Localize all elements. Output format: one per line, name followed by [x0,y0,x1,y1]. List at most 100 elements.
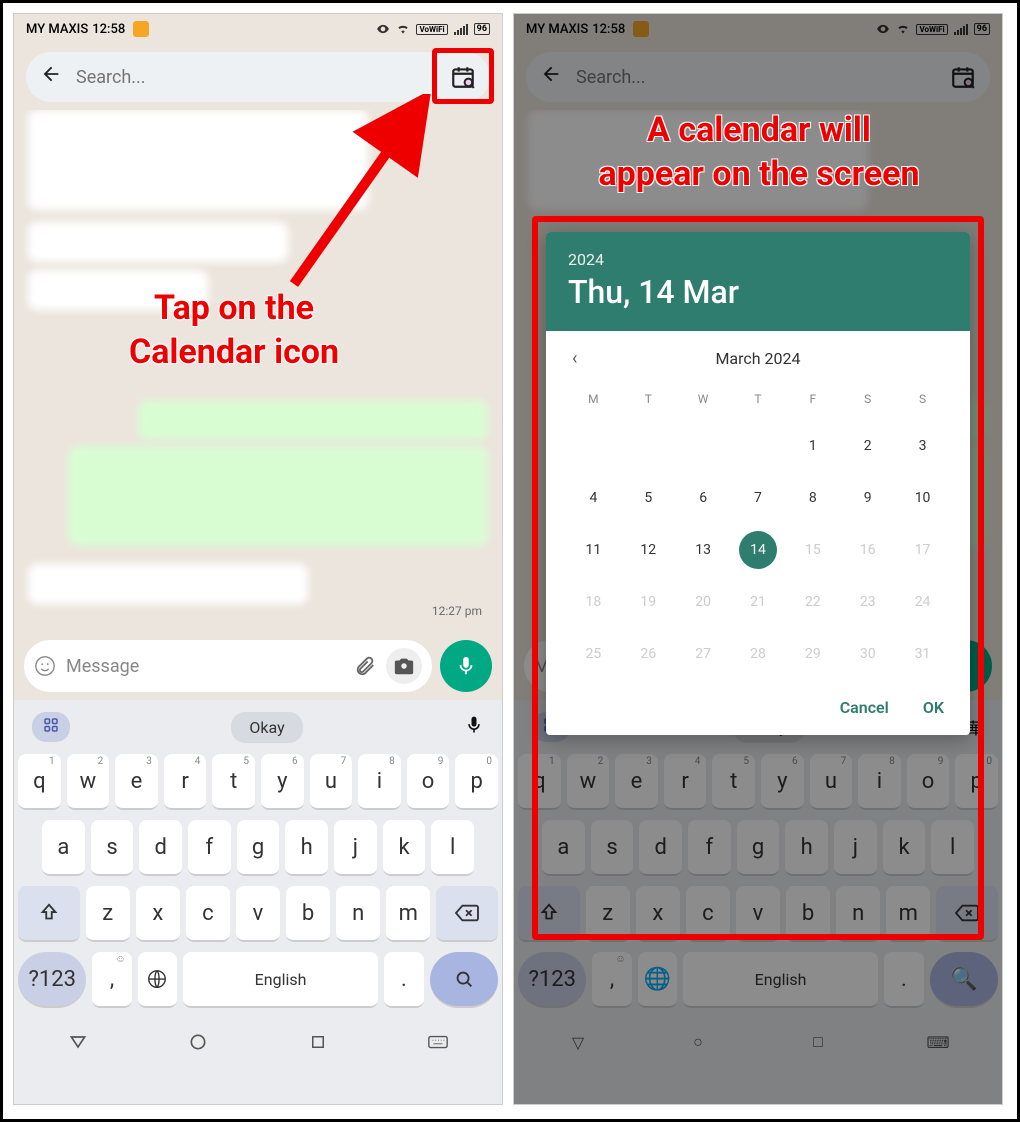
kb-key-z[interactable]: z [86,886,130,942]
kb-key-j[interactable]: j [834,820,877,876]
nav-keyboard-icon[interactable]: ⌨ [927,1031,949,1053]
calendar-day-18[interactable]: 18 [566,576,621,628]
search-input[interactable] [76,67,436,88]
keyboard[interactable]: Okay華 1q2w3e4r5t6y7u8i9o0p asdfghjkl zxc… [514,700,1002,1104]
kb-space-key[interactable]: English [683,952,879,1008]
calendar-day-25[interactable]: 25 [566,628,621,680]
kb-globe-key[interactable]: 🌐 [638,952,677,1008]
calendar-ok-button[interactable]: OK [923,698,944,717]
kb-key-o[interactable]: 9o [407,754,450,810]
calendar-day-15[interactable]: 15 [785,524,840,576]
camera-button[interactable] [386,648,422,684]
kb-key-d[interactable]: d [139,820,182,876]
kb-key-s[interactable]: s [591,820,634,876]
calendar-day-20[interactable]: 20 [676,576,731,628]
calendar-day-26[interactable]: 26 [621,628,676,680]
kb-backspace-key[interactable] [936,886,998,942]
nav-home-icon[interactable]: ○ [687,1031,709,1053]
calendar-day-8[interactable]: 8 [785,472,840,524]
kb-key-v[interactable]: v [736,886,780,942]
kb-key-g[interactable]: g [737,820,780,876]
kb-key-f[interactable]: f [188,820,231,876]
kb-dot-key[interactable]: . [884,952,923,1008]
message-placeholder[interactable]: Message [66,656,344,677]
kb-key-j[interactable]: j [334,820,377,876]
kb-key-r[interactable]: 4r [164,754,207,810]
kb-key-b[interactable]: b [786,886,830,942]
kb-search-key[interactable] [430,952,498,1008]
calendar-day-17[interactable]: 17 [895,524,950,576]
search-bar[interactable] [526,52,990,102]
calendar-day-14[interactable]: 14 [731,524,786,576]
kb-key-q[interactable]: 1q [518,754,561,810]
calendar-day-9[interactable]: 9 [840,472,895,524]
calendar-day-30[interactable]: 30 [840,628,895,680]
kb-key-r[interactable]: 4r [664,754,707,810]
kb-dot-key[interactable]: . [384,952,423,1008]
calendar-day-1[interactable]: 1 [785,420,840,472]
nav-home-icon[interactable] [187,1031,209,1053]
kb-key-k[interactable]: k [383,820,426,876]
kb-suggestion[interactable]: Okay [231,712,302,743]
calendar-day-11[interactable]: 11 [566,524,621,576]
kb-shift-key[interactable] [18,886,80,942]
search-input[interactable] [576,67,936,88]
kb-key-v[interactable]: v [236,886,280,942]
kb-key-w[interactable]: 2w [67,754,110,810]
calendar-day-23[interactable]: 23 [840,576,895,628]
kb-key-y[interactable]: 6y [261,754,304,810]
kb-key-f[interactable]: f [688,820,731,876]
kb-key-h[interactable]: h [785,820,828,876]
kb-key-c[interactable]: c [686,886,730,942]
calendar-search-icon[interactable] [950,64,976,90]
kb-key-k[interactable]: k [883,820,926,876]
kb-key-d[interactable]: d [639,820,682,876]
kb-app-grid-icon[interactable] [32,712,70,742]
kb-globe-key[interactable] [138,952,177,1008]
calendar-date-picker[interactable]: 2024 Thu, 14 Mar ‹ March 2024 MTWTFSS123… [546,232,970,735]
calendar-day-31[interactable]: 31 [895,628,950,680]
calendar-day-16[interactable]: 16 [840,524,895,576]
calendar-day-29[interactable]: 29 [785,628,840,680]
calendar-day-12[interactable]: 12 [621,524,676,576]
kb-key-q[interactable]: 1q [18,754,61,810]
calendar-day-28[interactable]: 28 [731,628,786,680]
kb-voice-icon[interactable] [464,715,484,739]
mic-button[interactable] [440,640,492,692]
back-arrow-icon[interactable] [40,63,62,91]
kb-key-u[interactable]: 7u [310,754,353,810]
nav-recent-icon[interactable]: □ [807,1031,829,1053]
calendar-day-2[interactable]: 2 [840,420,895,472]
kb-key-p[interactable]: 0p [455,754,498,810]
kb-key-m[interactable]: m [886,886,930,942]
calendar-year[interactable]: 2024 [568,250,948,269]
calendar-day-10[interactable]: 10 [895,472,950,524]
kb-key-t[interactable]: 5t [212,754,255,810]
kb-key-t[interactable]: 5t [712,754,755,810]
kb-key-w[interactable]: 2w [567,754,610,810]
calendar-day-3[interactable]: 3 [895,420,950,472]
kb-key-n[interactable]: n [836,886,880,942]
calendar-day-27[interactable]: 27 [676,628,731,680]
calendar-day-4[interactable]: 4 [566,472,621,524]
kb-backspace-key[interactable] [436,886,498,942]
calendar-day-5[interactable]: 5 [621,472,676,524]
nav-recent-icon[interactable] [307,1031,329,1053]
kb-space-key[interactable]: English [183,952,379,1008]
emoji-icon[interactable] [34,655,56,677]
calendar-day-6[interactable]: 6 [676,472,731,524]
kb-key-z[interactable]: z [586,886,630,942]
kb-shift-key[interactable] [518,886,580,942]
kb-search-key[interactable]: 🔍 [930,952,998,1008]
search-bar[interactable] [26,52,490,102]
calendar-cancel-button[interactable]: Cancel [840,698,889,717]
kb-key-e[interactable]: 3e [615,754,658,810]
nav-keyboard-icon[interactable] [427,1031,449,1053]
calendar-day-22[interactable]: 22 [785,576,840,628]
calendar-day-19[interactable]: 19 [621,576,676,628]
calendar-day-21[interactable]: 21 [731,576,786,628]
kb-key-l[interactable]: l [431,820,474,876]
kb-symbols-key[interactable]: ?123 [18,952,86,1008]
kb-key-n[interactable]: n [336,886,380,942]
kb-key-i[interactable]: 8i [858,754,901,810]
